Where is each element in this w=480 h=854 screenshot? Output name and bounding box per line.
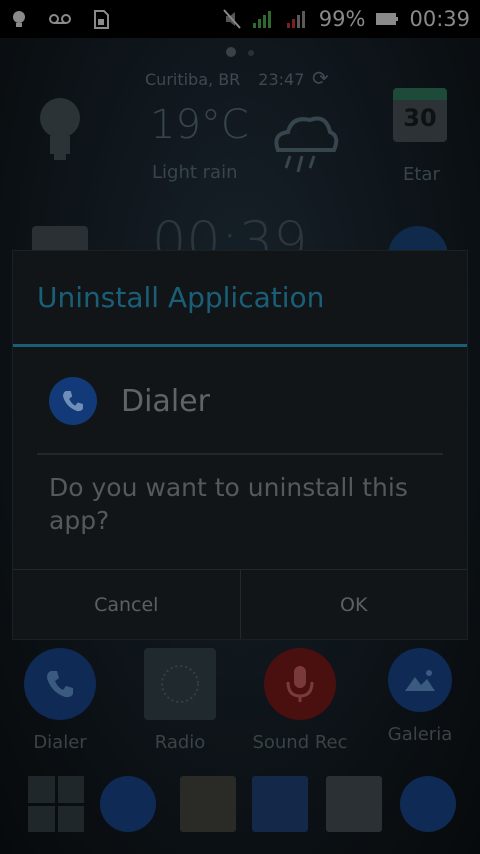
app-icon-row: Dialer Radio Sound Rec Galeria [0,648,480,758]
weather-updated-time: 23:47 [258,70,305,89]
dialog-app-name: Dialer [121,383,210,419]
dialog-app-row: Dialer [13,347,467,455]
calendar-day: 30 [403,104,437,132]
dialog-button-bar: Cancel OK [13,569,467,639]
phone-icon [24,648,96,720]
browser-icon[interactable] [326,776,382,832]
app-gallery[interactable]: Galeria [360,648,480,745]
lightbulb-notification-icon [13,11,25,27]
dialer-app-icon [49,377,97,425]
uninstall-dialog: Uninstall Application Dialer Do you want… [12,250,468,640]
hotseat [0,776,480,854]
app-radio[interactable]: Radio [120,648,240,753]
calendar-label: Etar [403,164,440,185]
page-indicator [0,42,480,61]
app-drawer-icon[interactable] [28,776,84,832]
dialog-message: Do you want to uninstall this app? [49,473,408,535]
app-label: Radio [154,732,206,753]
flashlight-bulb-icon[interactable] [36,96,84,162]
microphone-icon [264,648,336,720]
ok-button[interactable]: OK [239,570,468,639]
weather-location: Curitiba, BR [145,70,241,89]
signal-2-icon [286,11,305,28]
weather-widget[interactable]: Curitiba, BR 23:47 ⟳ 19°C Light rain 30 … [0,66,480,196]
status-time: 00:39 [409,7,470,31]
voicemail-icon [49,14,71,24]
gallery-icon [388,648,452,712]
phone-dock-icon[interactable] [100,776,156,832]
status-bar: 99% 00:39 [0,0,480,38]
signal-icon [252,11,271,28]
weather-condition: Light rain [152,162,238,183]
sim-card-icon [94,10,109,29]
app-dialer[interactable]: Dialer [0,648,120,753]
app-label: Sound Rec [252,732,348,753]
refresh-icon[interactable]: ⟳ [312,66,329,90]
battery-icon [376,13,399,25]
divider [37,453,443,455]
files-icon[interactable] [180,776,236,832]
dialog-title: Uninstall Application [13,251,467,347]
mute-icon [223,9,241,29]
temperature: 19°C [150,102,249,148]
camera-icon[interactable] [400,776,456,832]
app-label: Dialer [33,732,87,753]
app-label: Galeria [387,724,453,745]
radio-icon [144,648,216,720]
app-sound-recorder[interactable]: Sound Rec [240,648,360,753]
calendar-icon[interactable]: 30 [393,88,447,142]
cancel-button[interactable]: Cancel [13,570,240,639]
rain-cloud-icon [274,116,339,173]
weather-location-row: Curitiba, BR 23:47 [145,70,304,89]
battery-percent: 99% [318,7,366,31]
file-search-icon[interactable] [252,776,308,832]
